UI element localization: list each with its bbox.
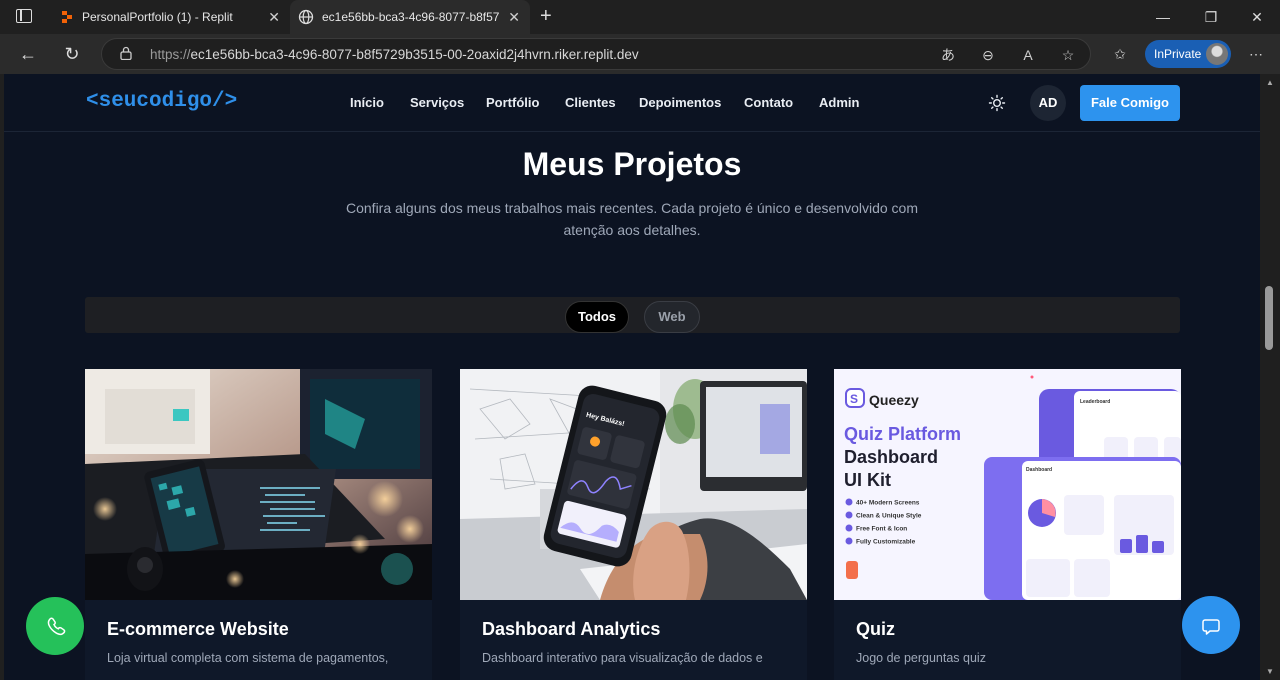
tab-replit[interactable]: PersonalPortfolio (1) - Replit ✕: [50, 0, 290, 34]
filter-web[interactable]: Web: [644, 301, 700, 333]
url-scheme: https://: [150, 47, 191, 62]
zoom-icon[interactable]: ⊖: [978, 45, 998, 65]
sun-icon[interactable]: [988, 94, 1006, 112]
inprivate-label: InPrivate: [1154, 47, 1202, 61]
minimize-icon[interactable]: —: [1140, 0, 1186, 34]
refresh-icon[interactable]: ↻: [59, 42, 85, 66]
nav-admin[interactable]: Admin: [819, 95, 859, 110]
nav-servicos[interactable]: Serviços: [410, 95, 464, 110]
nav-contato[interactable]: Contato: [744, 95, 793, 110]
address-row: ← ↻ https://ec1e56bb-bca3-4c96-8077-b8f5…: [0, 34, 1280, 74]
site-logo[interactable]: <seucodigo/>: [86, 90, 237, 113]
phone-icon: [47, 617, 66, 636]
nav-depoimentos[interactable]: Depoimentos: [639, 95, 721, 110]
contact-cta-button[interactable]: Fale Comigo: [1080, 85, 1180, 121]
project-description: Dashboard interativo para visualização d…: [482, 651, 763, 665]
close-icon[interactable]: ✕: [508, 9, 520, 26]
chat-button[interactable]: [1182, 596, 1240, 654]
section-subtitle: Confira alguns dos meus trabalhos mais r…: [332, 197, 932, 241]
section-title: Meus Projetos: [522, 146, 742, 182]
site-header: <seucodigo/> Início Serviços Portfólio C…: [4, 74, 1260, 132]
project-image: [85, 369, 432, 600]
url-host: ec1e56bb-bca3-4c96-8077-b8f5729b3515-00-…: [190, 47, 639, 62]
thumb-brand: Queezy: [869, 392, 919, 408]
profile-avatar: [1206, 43, 1228, 65]
inprivate-badge[interactable]: InPrivate: [1145, 40, 1231, 68]
close-icon[interactable]: ✕: [268, 9, 280, 26]
filter-todos[interactable]: Todos: [565, 301, 629, 333]
subtitle-line: atenção aos detalhes.: [563, 222, 701, 238]
user-avatar[interactable]: AD: [1030, 85, 1066, 121]
tab-title: PersonalPortfolio (1) - Replit: [82, 10, 233, 24]
subtitle-line: Confira alguns dos meus trabalhos mais r…: [346, 200, 918, 216]
thumb-headline-2: Dashboard: [844, 447, 938, 467]
lock-icon[interactable]: [120, 46, 132, 60]
project-title: Quiz: [856, 619, 895, 639]
thumb-feature: Fully Customizable: [856, 539, 916, 546]
tab-actions-icon[interactable]: [16, 9, 32, 23]
address-bar[interactable]: https://ec1e56bb-bca3-4c96-8077-b8f5729b…: [101, 38, 1091, 70]
replit-icon: [62, 11, 72, 23]
tab-title: ec1e56bb-bca3-4c96-8077-b8f57: [322, 10, 500, 24]
project-card[interactable]: S Queezy Quiz Platform Dashboard UI Kit …: [834, 369, 1181, 680]
page-scrollbar[interactable]: ▲ ▼: [1260, 74, 1280, 680]
restore-icon[interactable]: ❐: [1188, 0, 1234, 34]
whatsapp-button[interactable]: [26, 597, 84, 655]
nav-clientes[interactable]: Clientes: [565, 95, 616, 110]
tab-site[interactable]: ec1e56bb-bca3-4c96-8077-b8f57 ✕: [290, 0, 530, 34]
queezy-logo: S: [845, 388, 865, 408]
tab-strip: PersonalPortfolio (1) - Replit ✕ ec1e56b…: [0, 0, 1280, 34]
thumb-panel-label: Dashboard: [1026, 467, 1052, 473]
thumb-feature: Free Font & Icon: [856, 526, 907, 533]
project-description: Loja virtual completa com sistema de pag…: [107, 651, 389, 665]
thumb-panel-label: Leaderboard: [1080, 399, 1110, 405]
scroll-down-icon[interactable]: ▼: [1266, 667, 1274, 676]
project-description: Jogo de perguntas quiz: [856, 651, 986, 665]
chat-icon: [1202, 619, 1220, 635]
more-icon[interactable]: ⋯: [1246, 44, 1266, 64]
url-text[interactable]: https://ec1e56bb-bca3-4c96-8077-b8f5729b…: [150, 47, 639, 62]
thumb-feature: Clean & Unique Style: [856, 513, 922, 520]
nav-inicio[interactable]: Início: [350, 95, 384, 110]
nav-portfolio[interactable]: Portfólio: [486, 95, 539, 110]
thumb-headline-1: Quiz Platform: [844, 424, 961, 444]
scroll-up-icon[interactable]: ▲: [1266, 78, 1274, 87]
back-icon[interactable]: ←: [15, 42, 41, 66]
project-title: Dashboard Analytics: [482, 619, 661, 639]
translate-icon[interactable]: あ: [938, 45, 958, 65]
window-close-icon[interactable]: ✕: [1234, 0, 1280, 34]
project-filter: Todos Web: [85, 297, 1180, 333]
favorite-icon[interactable]: ☆: [1058, 45, 1078, 65]
svg-text:S: S: [850, 392, 858, 406]
read-aloud-icon[interactable]: A: [1018, 45, 1038, 65]
globe-icon: [298, 9, 314, 25]
project-image: Hey Balázs!: [460, 369, 807, 600]
favorites-icon[interactable]: ✩: [1110, 44, 1130, 64]
thumb-feature: 40+ Modern Screens: [856, 500, 920, 507]
page-viewport: <seucodigo/> Início Serviços Portfólio C…: [4, 74, 1260, 680]
scrollbar-thumb[interactable]: [1265, 286, 1273, 350]
project-title: E-commerce Website: [107, 619, 289, 639]
project-card[interactable]: E-commerce Website Loja virtual completa…: [85, 369, 432, 680]
project-image: S Queezy Quiz Platform Dashboard UI Kit …: [834, 369, 1181, 600]
project-card[interactable]: Hey Balázs! Dashboard Analytics Dashboar…: [460, 369, 807, 680]
thumb-headline-3: UI Kit: [844, 470, 891, 490]
new-tab-icon[interactable]: +: [540, 5, 552, 28]
